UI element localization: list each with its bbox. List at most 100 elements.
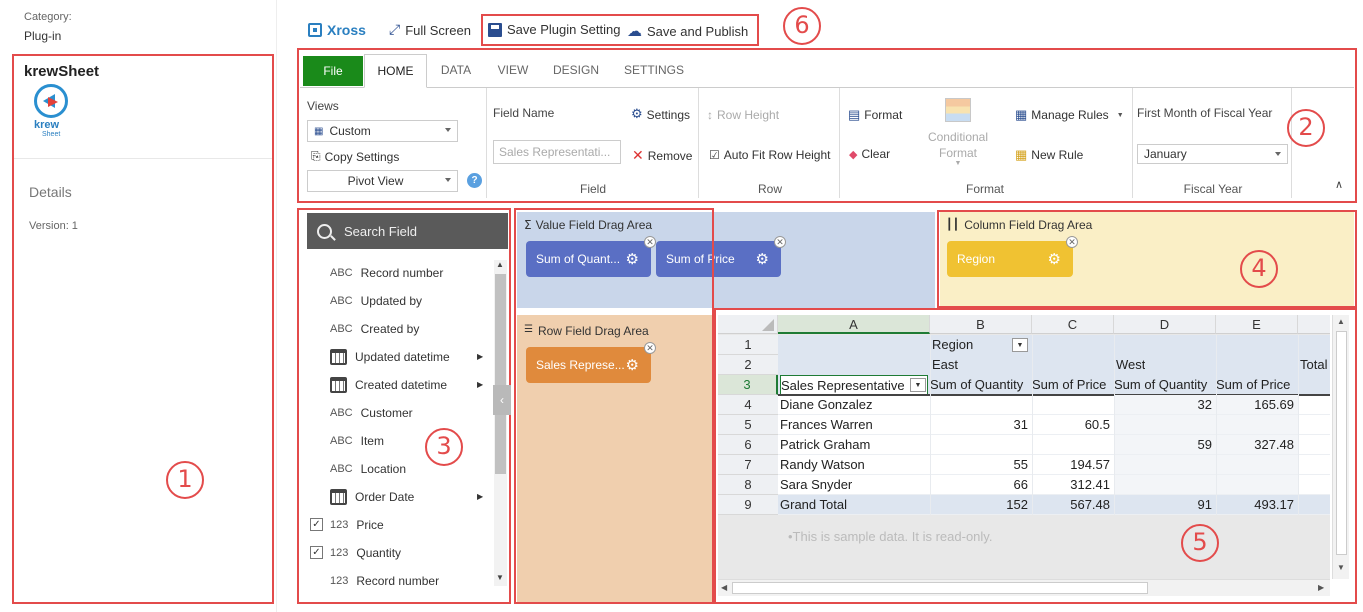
- conditional-format-label-1: Conditional: [927, 130, 989, 144]
- expand-arrow-icon[interactable]: ▶: [477, 380, 483, 389]
- save-and-publish-button[interactable]: ☁ Save and Publish: [627, 22, 748, 40]
- conditional-format-label-2: Format: [938, 146, 977, 160]
- format-label: Format: [864, 108, 903, 122]
- format-group-label: Format: [965, 182, 1004, 196]
- help-icon[interactable]: ?: [467, 173, 482, 188]
- field-name-input[interactable]: Sales Representati...: [493, 140, 621, 164]
- close-icon[interactable]: ✕: [774, 236, 786, 248]
- tab-file[interactable]: File: [303, 56, 363, 86]
- field-list-item[interactable]: ABC Record number: [330, 263, 443, 283]
- auto-fit-row-height-checkbox[interactable]: ☑ Auto Fit Row Height: [709, 148, 830, 162]
- close-icon[interactable]: ✕: [644, 342, 656, 354]
- row-height-button[interactable]: ↕ Row Height: [707, 108, 779, 122]
- column-pill-region[interactable]: Region ⚙ ✕: [947, 236, 1078, 277]
- chevron-down-icon: ▼: [1116, 111, 1124, 119]
- format-icon: ▤: [848, 107, 861, 122]
- scroll-up-icon[interactable]: ▲: [496, 260, 504, 269]
- expand-arrow-icon[interactable]: ▶: [477, 352, 483, 361]
- logo-text-sheet: Sheet: [42, 131, 61, 138]
- field-list-item[interactable]: 123 Record number: [330, 571, 439, 591]
- expand-arrow-icon[interactable]: ▶: [477, 492, 483, 501]
- checkbox-checked-icon[interactable]: ✓: [310, 518, 323, 531]
- tab-home[interactable]: HOME: [364, 54, 427, 88]
- annotation-2: 2: [1287, 109, 1325, 147]
- field-type-label: ABC: [330, 435, 353, 447]
- field-label: Customer: [360, 406, 413, 420]
- annotation-box-5: [714, 308, 1357, 604]
- field-label: Item: [360, 434, 384, 448]
- tab-view[interactable]: VIEW: [488, 54, 538, 87]
- version-label: Version: 1: [29, 220, 78, 232]
- search-field-bar[interactable]: Search Field: [307, 213, 508, 249]
- gear-icon[interactable]: ⚙: [626, 356, 639, 374]
- pivot-view-select[interactable]: Pivot View: [307, 170, 458, 192]
- close-icon[interactable]: ✕: [1066, 236, 1078, 248]
- new-rule-button[interactable]: ▦ New Rule: [1015, 147, 1083, 163]
- settings-label: Settings: [646, 107, 691, 122]
- save-plugin-setting-button[interactable]: Save Plugin Setting: [488, 22, 620, 37]
- field-list-item[interactable]: ABC Created by: [330, 319, 419, 339]
- row-area-title: ☰ Row Field Drag Area: [524, 324, 649, 338]
- column-pill-region-label: Region: [957, 252, 996, 266]
- field-label: Created by: [360, 322, 420, 336]
- checkbox-checked-icon[interactable]: ✓: [310, 546, 323, 559]
- manage-rules-label: Manage Rules: [1031, 108, 1109, 122]
- copy-settings-label: Copy Settings: [324, 149, 400, 164]
- tab-design[interactable]: DESIGN: [545, 54, 607, 87]
- row-height-label: Row Height: [717, 108, 780, 122]
- category-value: Plug-in: [24, 29, 62, 43]
- column-area-title: ┃┃ Column Field Drag Area: [946, 218, 1092, 232]
- field-list-item[interactable]: ✓ 123 Price: [310, 515, 384, 535]
- settings-button[interactable]: ⚙ Settings: [631, 107, 690, 122]
- field-list-item[interactable]: ✓ 123 Quantity: [310, 543, 401, 563]
- panel-collapse-handle[interactable]: ‹: [493, 385, 511, 415]
- remove-button[interactable]: ✕ Remove: [632, 147, 692, 164]
- field-list-item[interactable]: ABC Item: [330, 431, 384, 451]
- field-list-item[interactable]: ABC Updated by: [330, 291, 422, 311]
- search-field-label: Search Field: [344, 223, 417, 239]
- expand-icon: ⤢: [389, 22, 401, 38]
- row-area-title-text: Row Field Drag Area: [537, 324, 649, 338]
- scroll-down-icon[interactable]: ▼: [496, 573, 504, 582]
- row-pill-sales-rep[interactable]: Sales Represe... ⚙ ✕: [526, 342, 656, 383]
- field-label: Record number: [360, 266, 444, 280]
- xross-button[interactable]: Xross: [308, 22, 366, 38]
- field-list-item[interactable]: ABC Customer: [330, 403, 413, 423]
- copy-settings-button[interactable]: ⎘ Copy Settings: [311, 149, 399, 164]
- chevron-down-icon: [445, 178, 451, 182]
- left-divider: [276, 0, 277, 612]
- fullscreen-label: Full Screen: [405, 22, 471, 38]
- first-month-label: First Month of Fiscal Year: [1137, 106, 1273, 120]
- cloud-upload-icon: ☁: [627, 22, 642, 40]
- gear-icon[interactable]: ⚙: [1048, 250, 1061, 268]
- collapse-ribbon-icon[interactable]: ∧: [1335, 178, 1343, 191]
- xross-label: Xross: [327, 22, 366, 38]
- tab-settings[interactable]: SETTINGS: [616, 54, 692, 87]
- field-list-item[interactable]: Created datetime: [330, 375, 447, 395]
- field-list-item[interactable]: ABC Location: [330, 459, 406, 479]
- tab-data[interactable]: DATA: [430, 54, 482, 87]
- scrollbar-thumb[interactable]: [495, 274, 506, 474]
- views-label: Views: [307, 99, 339, 113]
- conditional-format-button[interactable]: Conditional Format ▼: [925, 98, 991, 167]
- left-panel-divider: [14, 158, 272, 159]
- logo-icon: [34, 84, 68, 118]
- views-select[interactable]: ▦ Custom: [307, 120, 458, 142]
- format-button[interactable]: ▤ Format: [848, 107, 902, 123]
- gear-icon[interactable]: ⚙: [756, 250, 769, 268]
- fullscreen-button[interactable]: ⤢ Full Screen: [389, 22, 471, 38]
- manage-rules-button[interactable]: ▦ Manage Rules ▼: [1015, 107, 1124, 123]
- conditional-format-icon: [945, 98, 971, 122]
- field-label: Location: [360, 462, 406, 476]
- annotation-4: 4: [1240, 250, 1278, 288]
- field-label: Updated datetime: [355, 350, 450, 364]
- field-list-scrollbar[interactable]: ▲ ▼: [494, 260, 507, 586]
- ribbon-separator: [698, 88, 699, 198]
- clear-button[interactable]: ◆ Clear: [849, 147, 890, 161]
- field-list-item[interactable]: Updated datetime: [330, 347, 450, 367]
- annotation-5: 5: [1181, 524, 1219, 562]
- close-icon: ✕: [632, 147, 644, 163]
- field-list-item[interactable]: Order Date: [330, 487, 414, 507]
- pivot-view-value: Pivot View: [347, 174, 404, 188]
- fiscal-month-select[interactable]: January: [1137, 144, 1288, 164]
